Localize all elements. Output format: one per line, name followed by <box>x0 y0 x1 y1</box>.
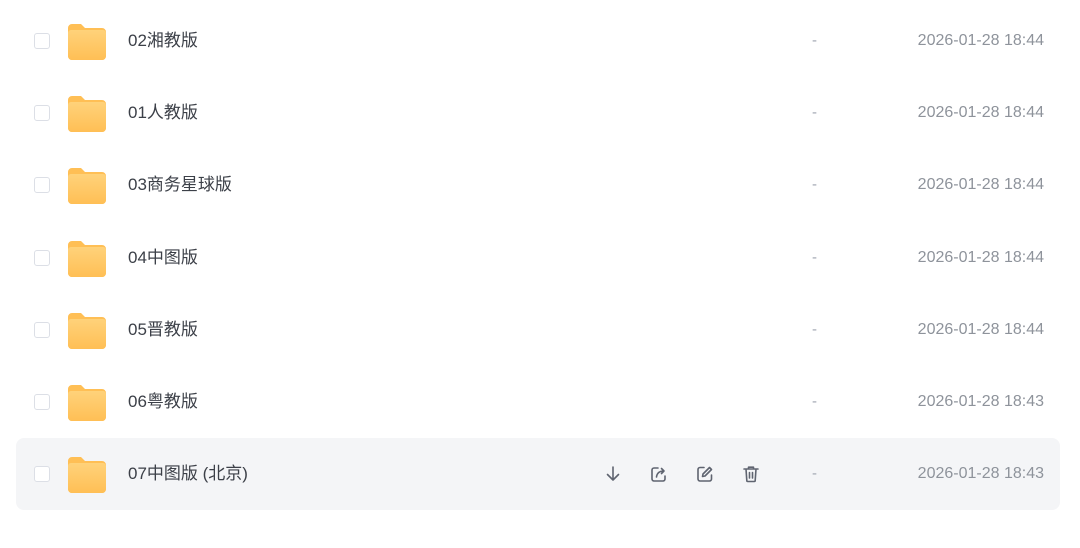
file-name[interactable]: 03商务星球版 <box>128 149 232 221</box>
file-list: 02湘教版 - 2026-01-28 18:44 01人教版 - 2026-01… <box>0 0 1080 548</box>
delete-button[interactable] <box>736 460 766 488</box>
folder-icon <box>66 454 108 494</box>
file-row-0[interactable]: 02湘教版 - 2026-01-28 18:44 <box>16 5 1060 77</box>
row-checkbox[interactable] <box>34 322 50 338</box>
row-checkbox[interactable] <box>34 466 50 482</box>
file-size: - <box>812 104 817 121</box>
rename-button[interactable] <box>690 460 720 488</box>
file-modified-date: 2026-01-28 18:44 <box>917 104 1044 121</box>
file-row-1[interactable]: 01人教版 - 2026-01-28 18:44 <box>16 77 1060 149</box>
download-button[interactable] <box>598 460 628 488</box>
folder-icon <box>66 382 108 422</box>
folder-icon <box>66 165 108 205</box>
row-checkbox[interactable] <box>34 105 50 121</box>
file-modified-date: 2026-01-28 18:44 <box>917 32 1044 49</box>
folder-icon <box>66 21 108 61</box>
row-checkbox[interactable] <box>34 177 50 193</box>
file-name[interactable]: 04中图版 <box>128 222 198 294</box>
file-size: - <box>812 321 817 338</box>
file-size: - <box>812 32 817 49</box>
file-name[interactable]: 05晋教版 <box>128 294 198 366</box>
share-icon <box>651 467 666 482</box>
download-icon <box>606 466 620 481</box>
file-modified-date: 2026-01-28 18:44 <box>917 321 1044 338</box>
file-name[interactable]: 01人教版 <box>128 77 198 149</box>
folder-icon <box>66 310 108 350</box>
folder-icon <box>66 238 108 278</box>
file-size: - <box>812 465 817 482</box>
file-row-3[interactable]: 04中图版 - 2026-01-28 18:44 <box>16 222 1060 294</box>
file-row-2[interactable]: 03商务星球版 - 2026-01-28 18:44 <box>16 149 1060 221</box>
folder-icon <box>66 93 108 133</box>
file-size: - <box>812 176 817 193</box>
file-name[interactable]: 02湘教版 <box>128 5 198 77</box>
row-actions <box>598 460 782 488</box>
file-modified-date: 2026-01-28 18:43 <box>917 465 1044 482</box>
file-row-4[interactable]: 05晋教版 - 2026-01-28 18:44 <box>16 294 1060 366</box>
file-size: - <box>812 249 817 266</box>
file-name[interactable]: 07中图版 (北京) <box>128 438 248 510</box>
file-modified-date: 2026-01-28 18:44 <box>917 176 1044 193</box>
file-name[interactable]: 06粤教版 <box>128 366 198 438</box>
file-row-5[interactable]: 06粤教版 - 2026-01-28 18:43 <box>16 366 1060 438</box>
share-button[interactable] <box>644 460 674 488</box>
file-modified-date: 2026-01-28 18:43 <box>917 393 1044 410</box>
file-size: - <box>812 393 817 410</box>
row-checkbox[interactable] <box>34 394 50 410</box>
row-checkbox[interactable] <box>34 33 50 49</box>
row-checkbox[interactable] <box>34 250 50 266</box>
file-row-6[interactable]: 07中图版 (北京) - 2026-01-28 18:43 <box>16 438 1060 510</box>
file-modified-date: 2026-01-28 18:44 <box>917 249 1044 266</box>
trash-icon <box>743 466 759 483</box>
edit-icon <box>697 466 713 482</box>
